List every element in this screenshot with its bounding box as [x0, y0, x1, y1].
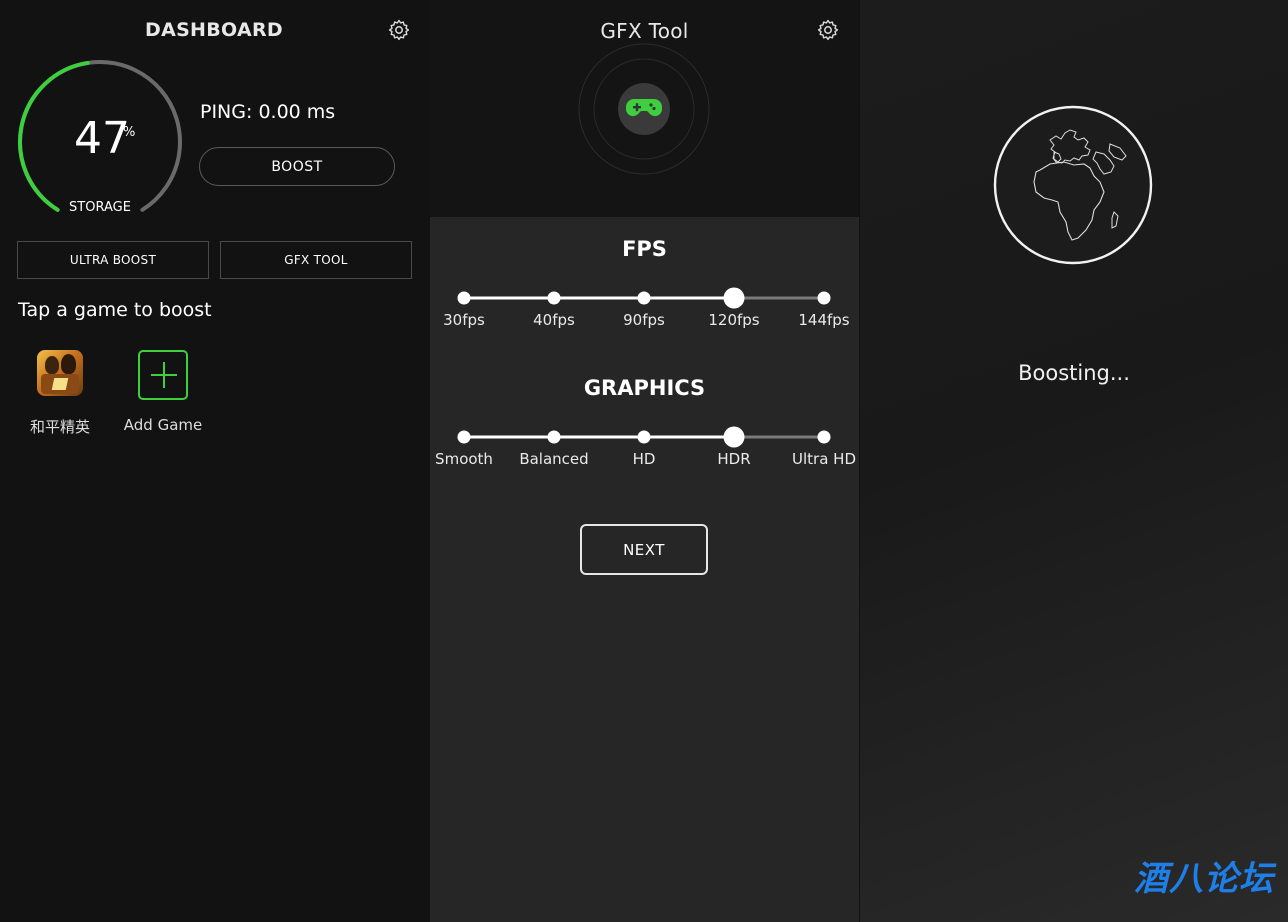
graphics-slider[interactable]: Smooth Balanced HD HDR Ultra HD: [430, 419, 859, 479]
plus-icon: [138, 350, 188, 400]
fps-stop[interactable]: [637, 291, 651, 305]
game-tile[interactable]: 和平精英: [24, 350, 96, 440]
fps-slider[interactable]: 30fps 40fps 90fps 120fps 144fps: [430, 280, 859, 340]
gfx-tool-button[interactable]: GFX TOOL: [220, 241, 412, 279]
graphics-thumb-selected[interactable]: [723, 426, 745, 448]
graphics-option-label[interactable]: HD: [633, 450, 656, 468]
gear-icon[interactable]: [816, 18, 840, 42]
add-game-tile[interactable]: Add Game: [120, 350, 206, 440]
gfx-tool-panel: GFX Tool FPS 30fps 40fps 90fps 120fps 144fps…: [430, 0, 859, 922]
globe-icon: [993, 105, 1153, 265]
fps-option-label[interactable]: 144fps: [798, 311, 849, 329]
storage-label: STORAGE: [69, 200, 131, 215]
fps-thumb-selected[interactable]: [723, 287, 745, 309]
boosting-panel: Boosting... 酒八论坛: [860, 0, 1288, 922]
game-icon: [37, 350, 83, 396]
fps-track[interactable]: [430, 280, 859, 310]
graphics-track[interactable]: [430, 419, 859, 449]
fps-stop[interactable]: [817, 291, 831, 305]
fps-heading: FPS: [622, 237, 667, 261]
fps-option-label[interactable]: 30fps: [443, 311, 485, 329]
graphics-option-label[interactable]: HDR: [717, 450, 750, 468]
graphics-stop[interactable]: [547, 430, 561, 444]
gfx-title: GFX Tool: [600, 19, 689, 43]
graphics-stop[interactable]: [817, 430, 831, 444]
add-game-label: Add Game: [123, 416, 203, 434]
graphics-option-label[interactable]: Ultra HD: [792, 450, 856, 468]
graphics-option-label[interactable]: Smooth: [435, 450, 493, 468]
gamepad-icon[interactable]: [626, 96, 662, 120]
watermark-text: 酒八论坛: [1134, 859, 1274, 899]
graphics-stop[interactable]: [637, 430, 651, 444]
fps-option-label[interactable]: 90fps: [623, 311, 665, 329]
graphics-stop[interactable]: [457, 430, 471, 444]
next-button[interactable]: NEXT: [580, 524, 708, 575]
fps-option-label[interactable]: 40fps: [533, 311, 575, 329]
graphics-option-label[interactable]: Balanced: [519, 450, 588, 468]
boost-button[interactable]: BOOST: [199, 147, 395, 186]
dashboard-panel: DASHBOARD 47 % STORAGE PING: 0.00 ms BOO…: [0, 0, 428, 922]
fps-stop[interactable]: [457, 291, 471, 305]
tap-game-text: Tap a game to boost: [18, 299, 212, 321]
ping-text: PING: 0.00 ms: [200, 101, 336, 123]
dashboard-title: DASHBOARD: [145, 19, 283, 41]
fps-stop[interactable]: [547, 291, 561, 305]
storage-value: 47: [74, 113, 130, 164]
graphics-heading: GRAPHICS: [583, 376, 706, 400]
boosting-status: Boosting...: [1018, 361, 1130, 385]
ultra-boost-button[interactable]: ULTRA BOOST: [17, 241, 209, 279]
storage-unit: %: [123, 125, 136, 140]
fps-option-label[interactable]: 120fps: [708, 311, 759, 329]
game-name: 和平精英: [29, 418, 90, 436]
gear-icon[interactable]: [387, 18, 411, 42]
